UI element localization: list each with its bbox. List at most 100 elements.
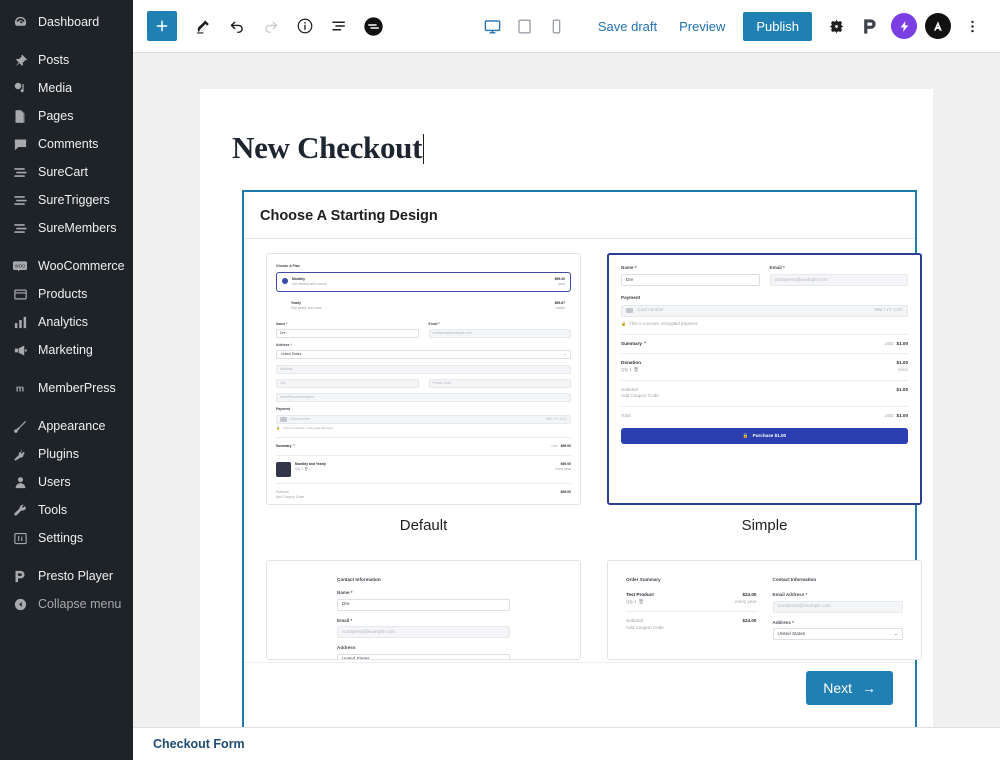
summary-label: Summary ⌃ — [276, 444, 296, 449]
undo-icon[interactable] — [221, 10, 253, 42]
design-option-simple[interactable]: Name * Dre Email * wordpress@example.com — [607, 253, 922, 550]
comments-icon — [10, 134, 30, 154]
save-draft-button[interactable]: Save draft — [588, 13, 667, 40]
email-label: Email Address * — [772, 591, 808, 597]
suremembers-icon — [10, 218, 30, 238]
design-option-order-summary[interactable]: Order Summary Test Product $24.00 Qty 1 🗑… — [607, 560, 922, 661]
choose-starting-design-block[interactable]: Choose A Starting Design Choose A Plan M… — [242, 190, 922, 727]
design-option-contact-first[interactable]: Contact Information Name * Dre Email * w… — [266, 560, 581, 661]
sidebar-item-marketing[interactable]: Marketing — [0, 336, 133, 364]
desktop-icon[interactable] — [478, 11, 508, 41]
redo-icon[interactable] — [255, 10, 287, 42]
sidebar-item-pages[interactable]: Pages — [0, 102, 133, 130]
presto-player-icon[interactable] — [854, 10, 886, 42]
pin-icon — [10, 50, 30, 70]
suretriggers-icon — [10, 190, 30, 210]
next-button[interactable]: Next → — [806, 671, 893, 706]
design-thumbnail-contact-first[interactable]: Contact Information Name * Dre Email * w… — [266, 560, 581, 661]
settings-gear-icon[interactable] — [820, 10, 852, 42]
sidebar-item-label: SureCart — [38, 165, 89, 179]
surecart-logo-icon[interactable] — [357, 10, 389, 42]
document-info-icon[interactable] — [289, 10, 321, 42]
sidebar-item-woocommerce[interactable]: WOO WooCommerce — [0, 252, 133, 280]
email-label: Email * — [428, 321, 440, 326]
sidebar-item-suremembers[interactable]: SureMembers — [0, 214, 133, 242]
lock-icon: 🔒 — [276, 425, 280, 430]
sidebar-item-label: Collapse menu — [38, 597, 122, 611]
coupon-link: Add Coupon Code — [621, 393, 659, 399]
sidebar-item-memberpress[interactable]: m MemberPress — [0, 374, 133, 402]
sidebar-item-appearance[interactable]: Appearance — [0, 412, 133, 440]
sidebar-item-label: Comments — [38, 137, 99, 151]
card-placeholder: Card number — [637, 307, 664, 313]
name-label: Name * — [337, 589, 353, 595]
editor-canvas-scroll: New Checkout Choose A Starting Design Ch… — [133, 53, 1000, 727]
sidebar-item-label: Presto Player — [38, 569, 114, 583]
sidebar-item-settings[interactable]: Settings — [0, 524, 133, 552]
design-picker-heading: Choose A Starting Design — [244, 192, 915, 240]
settings-icon — [10, 528, 30, 548]
product-thumbnail — [276, 462, 291, 478]
card-placeholder: Card number — [290, 416, 310, 421]
sidebar-item-suretriggers[interactable]: SureTriggers — [0, 186, 133, 214]
design-thumbnail-order-summary[interactable]: Order Summary Test Product $24.00 Qty 1 🗑… — [607, 560, 922, 661]
add-block-inserter-button[interactable] — [147, 11, 177, 41]
email-label: Email * — [337, 617, 353, 623]
preview-order-summary: Order Summary Test Product $24.00 Qty 1 🗑… — [608, 561, 921, 660]
sidebar-item-label: Products — [38, 287, 88, 301]
appearance-icon — [10, 416, 30, 436]
card-expiry: MM / YY CVC — [546, 416, 567, 421]
memberpress-icon: m — [10, 378, 30, 398]
address-label: Address * — [276, 342, 292, 347]
sidebar-item-products[interactable]: Products — [0, 280, 133, 308]
name-input: Dre — [276, 328, 419, 338]
preview-contact-first: Contact Information Name * Dre Email * w… — [267, 561, 580, 661]
sidebar-item-surecart[interactable]: SureCart — [0, 158, 133, 186]
subtotal-value: $24.00 — [742, 618, 757, 624]
sidebar-item-presto-player[interactable]: Presto Player — [0, 562, 133, 590]
coupon-link: Add Coupon Code — [626, 624, 664, 630]
lock-icon: 🔒 — [621, 320, 627, 326]
sidebar-item-comments[interactable]: Comments — [0, 130, 133, 158]
sidebar-item-label: SureMembers — [38, 221, 117, 235]
preview-simple: Name * Dre Email * wordpress@example.com — [609, 255, 920, 504]
chevron-down-icon: ⌄ — [501, 656, 505, 661]
breadcrumb-checkout-form[interactable]: Checkout Form — [153, 737, 245, 751]
surecart-flash-icon[interactable] — [891, 13, 917, 39]
name-input: Dre — [337, 598, 510, 611]
sidebar-item-plugins[interactable]: Plugins — [0, 440, 133, 468]
mobile-icon[interactable] — [542, 11, 572, 41]
sidebar-item-posts[interactable]: Posts — [0, 46, 133, 74]
email-input: wordpress@example.com — [337, 626, 510, 639]
design-label-simple: Simple — [741, 517, 788, 535]
astra-icon[interactable] — [925, 13, 951, 39]
email-input: wordpress@example.com — [772, 600, 903, 613]
more-options-icon[interactable] — [956, 10, 988, 42]
publish-button[interactable]: Publish — [743, 11, 812, 41]
preview-button[interactable]: Preview — [669, 13, 735, 40]
block-editor: Save draft Preview Publish New Checkout … — [133, 0, 1000, 760]
toolbar-right-tools: Save draft Preview Publish — [478, 10, 988, 42]
sidebar-item-tools[interactable]: Tools — [0, 496, 133, 524]
sidebar-item-media[interactable]: Media — [0, 74, 133, 102]
name-label: Name * — [621, 265, 637, 271]
item-price: $24.00 — [742, 591, 757, 597]
design-thumbnail-simple[interactable]: Name * Dre Email * wordpress@example.com — [607, 253, 922, 506]
sidebar-item-analytics[interactable]: Analytics — [0, 308, 133, 336]
design-option-default[interactable]: Choose A Plan Monthly $99.00 Get started … — [266, 253, 581, 550]
svg-text:WOO: WOO — [15, 263, 26, 268]
sidebar-item-label: Plugins — [38, 447, 79, 461]
design-thumbnail-default[interactable]: Choose A Plan Monthly $99.00 Get started … — [266, 253, 581, 506]
sidebar-item-collapse-menu[interactable]: Collapse menu — [0, 590, 133, 618]
sidebar-item-dashboard[interactable]: Dashboard — [0, 8, 133, 36]
sidebar-separator — [0, 552, 133, 562]
sidebar-item-users[interactable]: Users — [0, 468, 133, 496]
tablet-icon[interactable] — [510, 11, 540, 41]
text-caret — [423, 134, 425, 164]
editor-canvas: New Checkout Choose A Starting Design Ch… — [200, 89, 933, 727]
item-price: $1.00 — [896, 360, 909, 366]
list-view-icon[interactable] — [323, 10, 355, 42]
page-title[interactable]: New Checkout — [216, 129, 440, 166]
edit-tools-pencil-icon[interactable] — [187, 10, 219, 42]
email-label: Email * — [769, 265, 785, 271]
